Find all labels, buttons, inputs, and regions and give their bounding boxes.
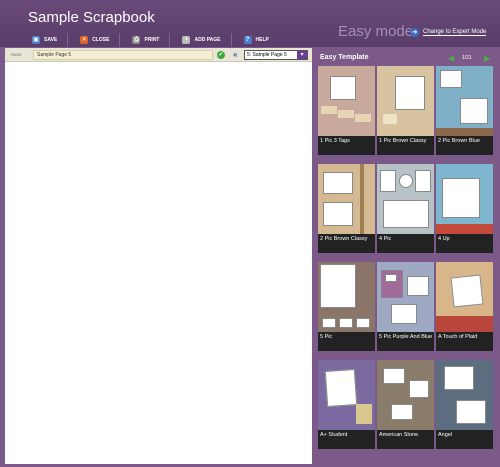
template-card[interactable]: A+ Student [318, 360, 375, 449]
page-select-dropdown[interactable]: 5: Sample Page 5 ▾ [244, 50, 308, 60]
template-card[interactable]: 1 Pic Brown Classy [377, 66, 434, 155]
confirm-check-icon[interactable]: ✔ [217, 51, 225, 59]
close-button[interactable]: ✕ CLOSE [67, 33, 119, 47]
template-card[interactable]: 1 Pic 3 Tags [318, 66, 375, 155]
template-panel-title: Easy Template [320, 54, 369, 61]
template-name: 4 Up [438, 236, 450, 242]
close-icon: ✕ [80, 36, 89, 44]
template-thumbnail [318, 262, 375, 332]
template-name: 2 Pic Brown Blue [438, 138, 480, 144]
next-templates-icon[interactable]: ▶ [484, 54, 490, 63]
app-title: Sample Scrapbook [28, 9, 155, 26]
save-icon: ▣ [32, 36, 40, 44]
template-thumbnail [318, 360, 375, 430]
add-page-button[interactable]: + ADD PAGE [169, 33, 230, 47]
previous-page-icon[interactable]: « [233, 50, 237, 60]
expert-mode-label: Change to Expert Mode [423, 29, 487, 36]
template-name: 5 Pic [320, 334, 333, 340]
page-canvas-panel: PAGE Sample Page 5 ✔ « 5: Sample Page 5 … [5, 48, 312, 464]
template-card[interactable]: American Stone [377, 360, 434, 449]
help-button[interactable]: ? HELP [230, 33, 279, 47]
page-name-input[interactable]: Sample Page 5 [33, 50, 213, 60]
template-card[interactable]: 5 Pic Purple And Blue [377, 262, 434, 351]
print-button[interactable]: ⎙ PRINT [119, 33, 169, 47]
print-icon: ⎙ [132, 36, 141, 44]
template-card[interactable]: 4 Up [436, 164, 493, 253]
template-thumbnail [436, 360, 493, 430]
help-icon: ? [243, 36, 252, 44]
save-button[interactable]: ▣ SAVE [20, 33, 67, 47]
add-page-label: ADD PAGE [194, 37, 221, 43]
template-thumbnail [318, 164, 375, 234]
page-select-value: 5: Sample Page 5 [247, 52, 287, 58]
template-name: 5 Pic Purple And Blue [379, 334, 433, 340]
template-thumbnail [377, 164, 434, 234]
template-name: 1 Pic 3 Tags [320, 138, 350, 144]
template-thumbnail [377, 66, 434, 136]
template-page-indicator: 1/21 [462, 55, 472, 61]
template-card[interactable]: Angel [436, 360, 493, 449]
page-bar: PAGE Sample Page 5 ✔ « 5: Sample Page 5 … [5, 48, 312, 62]
change-to-expert-mode-button[interactable]: ➔ Change to Expert Mode [410, 28, 487, 37]
template-name: 4 Pic [379, 236, 392, 242]
template-card[interactable]: 4 Pic [377, 164, 434, 253]
template-card[interactable]: 2 Pic Brown Classy [318, 164, 375, 253]
template-panel: Easy Template ◀ 1/21 ▶ 1 Pic 3 Tags 1 Pi… [314, 48, 495, 464]
template-name: 2 Pic Brown Classy [320, 236, 368, 242]
template-name: A+ Student [320, 432, 348, 438]
mode-label: Easy mode [338, 23, 414, 40]
template-thumbnail [377, 262, 434, 332]
template-card[interactable]: 5 Pic [318, 262, 375, 351]
chevron-down-icon: ▾ [297, 51, 307, 59]
template-card[interactable]: 2 Pic Brown Blue [436, 66, 493, 155]
template-card[interactable]: A Touch of Plaid [436, 262, 493, 351]
template-name: 1 Pic Brown Classy [379, 138, 427, 144]
close-label: CLOSE [92, 37, 110, 43]
print-label: PRINT [144, 37, 160, 43]
template-thumbnail [318, 66, 375, 136]
previous-templates-icon[interactable]: ◀ [448, 54, 454, 63]
template-thumbnail [377, 360, 434, 430]
help-label: HELP [255, 37, 269, 43]
template-name: Angel [438, 432, 453, 438]
arrow-right-icon: ➔ [410, 28, 419, 37]
toolbar: ▣ SAVE ✕ CLOSE ⎙ PRINT + ADD PAGE ? HELP [20, 33, 279, 47]
template-name: A Touch of Plaid [438, 334, 478, 340]
template-thumbnail [436, 164, 493, 234]
page-label: PAGE [11, 52, 22, 57]
page-canvas[interactable] [5, 63, 312, 464]
add-page-icon: + [182, 36, 191, 44]
template-name: American Stone [379, 432, 419, 438]
template-thumbnail [436, 262, 493, 332]
template-thumbnail [436, 66, 493, 136]
template-grid: 1 Pic 3 Tags 1 Pic Brown Classy 2 Pic Br… [318, 66, 494, 449]
save-label: SAVE [44, 37, 58, 43]
